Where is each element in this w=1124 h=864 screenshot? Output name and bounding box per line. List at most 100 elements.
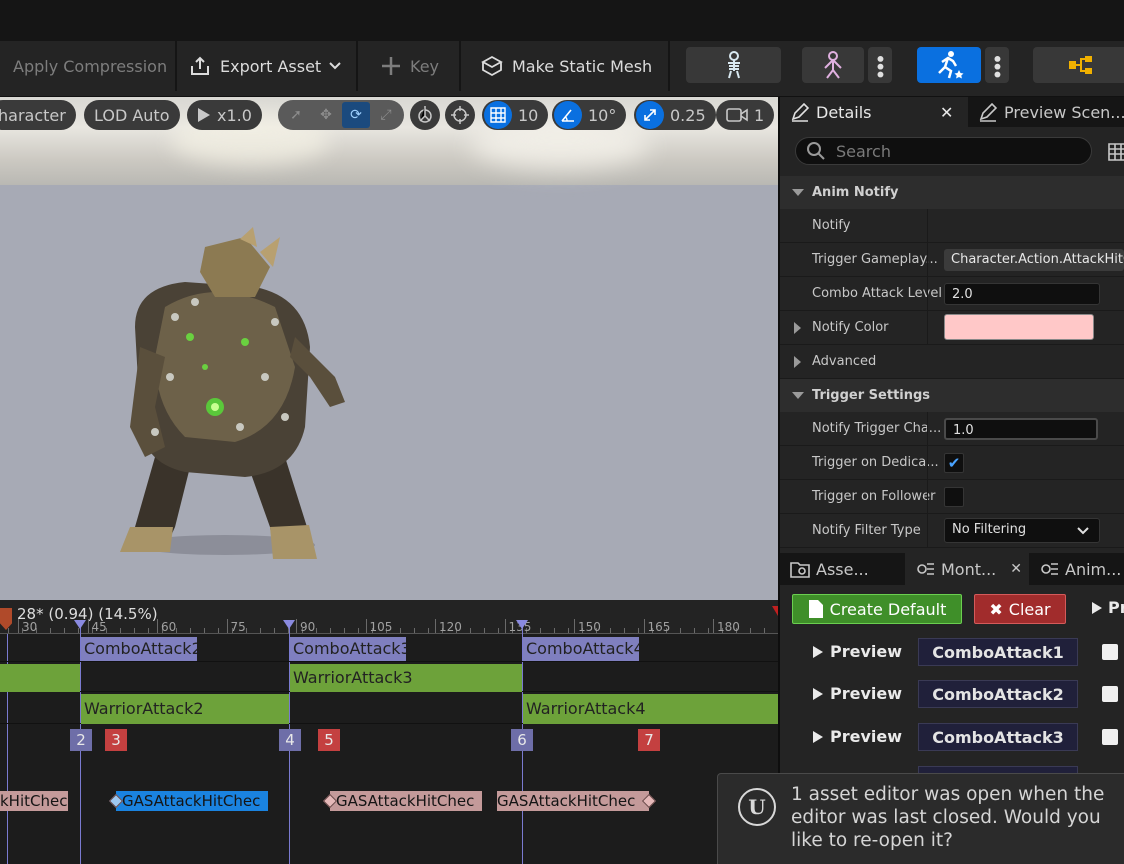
toolbar-separator <box>356 41 358 91</box>
timeline-ruler[interactable]: 30 45 60 75 90 105 120 135 150 165 180 28* (0.94) … <box>0 600 778 634</box>
lod-dropdown[interactable]: LOD Auto <box>84 100 180 130</box>
section-marker[interactable] <box>74 620 86 629</box>
section-checkbox[interactable] <box>1102 686 1118 702</box>
montage-section[interactable]: ComboAttack3 <box>290 637 406 661</box>
ruler-minor-tick <box>120 628 121 633</box>
key-label: Key <box>410 56 440 76</box>
apply-compression-button[interactable]: Apply Compression <box>0 41 167 91</box>
section-name-button[interactable]: ComboAttack3 <box>918 723 1078 751</box>
section-index-marker[interactable]: 2 <box>70 729 92 751</box>
section-anim-notify[interactable]: Anim Notify <box>780 176 1124 209</box>
scale-snap-toggle[interactable]: 0.25 <box>634 100 716 130</box>
ruler-minor-tick <box>680 628 681 633</box>
gameplay-tag-field[interactable]: Character.Action.AttackHitCh <box>944 249 1124 271</box>
table-view-icon[interactable] <box>1108 143 1124 161</box>
more-icon: ••• <box>985 53 1009 77</box>
montage-section[interactable]: ComboAttack4 <box>523 637 639 661</box>
close-icon[interactable]: ✕ <box>1010 561 1022 577</box>
preview-all-button[interactable]: Pr <box>1091 598 1124 617</box>
anim-segment[interactable]: WarriorAttack3 <box>290 664 522 692</box>
section-marker[interactable] <box>516 620 528 629</box>
trigger-on-dedicated-checkbox[interactable]: ✔ <box>944 453 964 473</box>
details-search-input[interactable]: Search <box>795 137 1092 165</box>
section-name-button[interactable]: ComboAttack1 <box>918 638 1078 666</box>
prop-notify-label: Notify <box>812 218 851 233</box>
ruler-minor-tick <box>50 628 51 633</box>
ruler-major-tick <box>365 619 367 633</box>
play-icon <box>198 108 210 122</box>
skeleton-mode-button[interactable] <box>686 47 781 83</box>
make-static-mesh-button[interactable]: Make Static Mesh <box>480 41 652 91</box>
playback-speed-dropdown[interactable]: x1.0 <box>187 100 262 130</box>
section-index-marker[interactable]: 4 <box>279 729 301 751</box>
grid-snap-toggle[interactable]: 10 <box>482 100 549 130</box>
export-asset-button[interactable]: Export Asset <box>188 41 341 91</box>
blueprint-mode-button[interactable] <box>1033 47 1124 83</box>
notify-index-marker[interactable]: 3 <box>105 729 127 751</box>
ruler-major-tick <box>296 619 297 633</box>
montage-icon <box>917 563 934 575</box>
notify-state[interactable]: GASAttackHitChec <box>330 791 482 811</box>
mesh-mode-options[interactable]: ••• <box>868 47 892 83</box>
ruler-minor-tick <box>358 628 359 633</box>
reopen-editor-toast[interactable]: U 1 asset editor was open when the edito… <box>717 773 1124 864</box>
preview-viewport[interactable]: haracter LOD Auto x1.0 ➚ ✥ ⟳ ⤢ 10 10° 0.… <box>0 97 778 600</box>
notify-trigger-chance-field[interactable]: 1.0 <box>944 418 1098 440</box>
clear-button[interactable]: ✖ Clear <box>974 594 1066 624</box>
notify-state[interactable]: GASAttackHitChec <box>497 791 649 811</box>
translate-icon[interactable]: ✥ <box>312 102 340 128</box>
scale-icon[interactable]: ⤢ <box>372 102 400 128</box>
section-checkbox[interactable] <box>1102 729 1118 745</box>
notify-filter-type-select[interactable]: No Filtering <box>944 518 1100 543</box>
preview-label: Preview <box>830 684 903 703</box>
montage-section[interactable]: ComboAttack2 <box>81 637 197 661</box>
expand-icon[interactable] <box>794 322 801 334</box>
section-marker[interactable] <box>283 620 295 629</box>
rotate-icon[interactable]: ⟳ <box>342 102 370 128</box>
rotation-snap-toggle[interactable]: 10° <box>552 100 627 130</box>
mesh-mode-button[interactable] <box>802 47 864 83</box>
preview-section-button[interactable]: Preview <box>812 642 902 661</box>
close-icon[interactable]: ✕ <box>940 103 953 122</box>
anim-segment[interactable] <box>0 664 80 692</box>
play-icon <box>813 645 823 658</box>
toast-message: 1 asset editor was open when the editor … <box>791 784 1105 851</box>
preview-section-button[interactable]: Preview <box>812 684 902 703</box>
create-default-button[interactable]: Create Default <box>792 594 962 624</box>
coordinate-system-button[interactable] <box>410 100 440 130</box>
anim-segment[interactable]: WarriorAttack4 <box>523 694 778 724</box>
prop-notify-trigger-chance-label: Notify Trigger Cha... <box>812 421 942 436</box>
notify-state[interactable]: kHitChec <box>0 791 68 811</box>
tab-details[interactable]: Details ✕ <box>780 97 968 127</box>
animation-mode-button[interactable] <box>917 47 981 83</box>
section-index-marker[interactable]: 6 <box>511 729 533 751</box>
camera-speed-button[interactable]: 1 <box>716 100 775 130</box>
section-trigger-settings[interactable]: Trigger Settings <box>780 379 1124 412</box>
scale-snap-value: 0.25 <box>670 105 706 125</box>
prop-advanced[interactable]: Advanced <box>780 345 1124 379</box>
tab-montage-sections[interactable]: Mont... ✕ <box>905 553 1029 585</box>
combo-attack-level-field[interactable]: 2.0 <box>944 283 1100 305</box>
section-checkbox[interactable] <box>1102 644 1118 660</box>
add-key-button[interactable]: Key <box>380 41 439 91</box>
notify-index-marker[interactable]: 7 <box>638 729 660 751</box>
ruler-minor-tick <box>484 628 485 633</box>
character-dropdown[interactable]: haracter <box>0 100 76 130</box>
preview-section-button[interactable]: Preview <box>812 727 902 746</box>
tab-asset-browser-label: Asse... <box>816 559 869 579</box>
tab-anim-slot[interactable]: Anim... <box>1029 553 1124 585</box>
playhead-marker[interactable] <box>0 608 12 630</box>
surface-snap-button[interactable] <box>445 100 475 130</box>
montage-timeline[interactable]: 30 45 60 75 90 105 120 135 150 165 180 28* (0.94) … <box>0 600 778 864</box>
trigger-on-follower-checkbox[interactable] <box>944 487 964 507</box>
notify-index-marker[interactable]: 5 <box>318 729 340 751</box>
section-name-button[interactable]: ComboAttack2 <box>918 680 1078 708</box>
notify-state-selected[interactable]: GASAttackHitChec <box>116 791 268 811</box>
ruler-minor-tick <box>204 628 205 633</box>
tab-asset-browser[interactable]: Asse... <box>780 553 905 585</box>
anim-segment[interactable]: WarriorAttack2 <box>81 694 289 724</box>
tab-preview-scene[interactable]: Preview Scen... <box>968 97 1124 127</box>
select-icon[interactable]: ➚ <box>282 102 310 128</box>
notify-color-swatch[interactable] <box>944 314 1094 340</box>
animation-mode-options[interactable]: ••• <box>985 47 1009 83</box>
